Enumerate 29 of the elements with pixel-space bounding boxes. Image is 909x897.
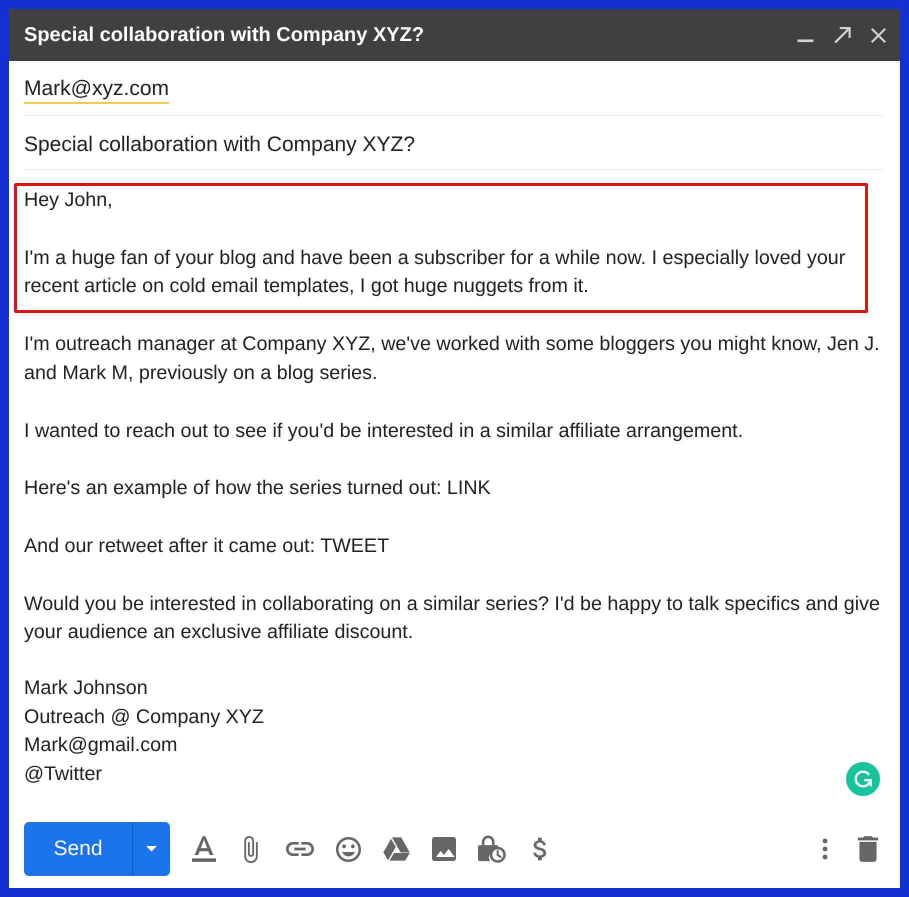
body-paragraph: Hey John, bbox=[24, 188, 114, 213]
more-options-icon[interactable] bbox=[822, 838, 828, 860]
trash-icon[interactable] bbox=[858, 836, 878, 862]
send-button[interactable]: Send bbox=[24, 822, 133, 876]
body-paragraph: I'm outreach manager at Company XYZ, we've worked with some bloggers you might know, Jen J. and Mark M, previously on a blog series. bbox=[24, 332, 881, 386]
signature-line: Outreach @ Company XYZ bbox=[24, 704, 264, 730]
window-title: Special collaboration with Company XYZ? bbox=[24, 24, 424, 46]
caret-icon bbox=[146, 846, 157, 852]
signature-line: @Twitter bbox=[24, 762, 102, 787]
body-paragraph: And our retweet after it came out: TWEET bbox=[24, 534, 390, 559]
triangle-logo-icon[interactable] bbox=[383, 837, 410, 861]
body-paragraph: I wanted to reach out to see if you'd be interested in a similar affiliate arrangement. bbox=[24, 418, 744, 444]
image-icon[interactable] bbox=[432, 837, 456, 861]
link-icon[interactable] bbox=[286, 842, 314, 856]
body-paragraph: Would you be interested in collaborating on a similar series? I'd be happy to talk specifics and give your audience an exclusive affiliate discount. bbox=[24, 592, 881, 646]
signature-line: Mark@gmail.com bbox=[24, 733, 178, 758]
smiley-icon[interactable] bbox=[336, 836, 361, 862]
subject-field[interactable]: Special collaboration with Company XYZ? bbox=[24, 116, 884, 170]
recipient-chip[interactable]: Mark@xyz.com bbox=[24, 76, 169, 104]
body-paragraph: Here's an example of how the series turned out: LINK bbox=[24, 476, 492, 502]
body-paragraph: I'm a huge fan of your blog and have been a subscriber for a while now. I especially loved your recent article on cold email templates, I got huge nuggets from it. bbox=[24, 246, 846, 300]
close-icon[interactable] bbox=[871, 28, 886, 42]
signature-line: Mark Johnson bbox=[24, 676, 148, 702]
paperclip-icon[interactable] bbox=[244, 836, 258, 862]
dollar-sign-icon[interactable] bbox=[533, 837, 548, 861]
lock-clock-icon[interactable] bbox=[478, 835, 506, 863]
to-field[interactable]: Mark@xyz.com bbox=[24, 61, 884, 116]
expand-arrow-icon[interactable] bbox=[834, 26, 851, 44]
text-format-icon[interactable] bbox=[192, 836, 216, 862]
